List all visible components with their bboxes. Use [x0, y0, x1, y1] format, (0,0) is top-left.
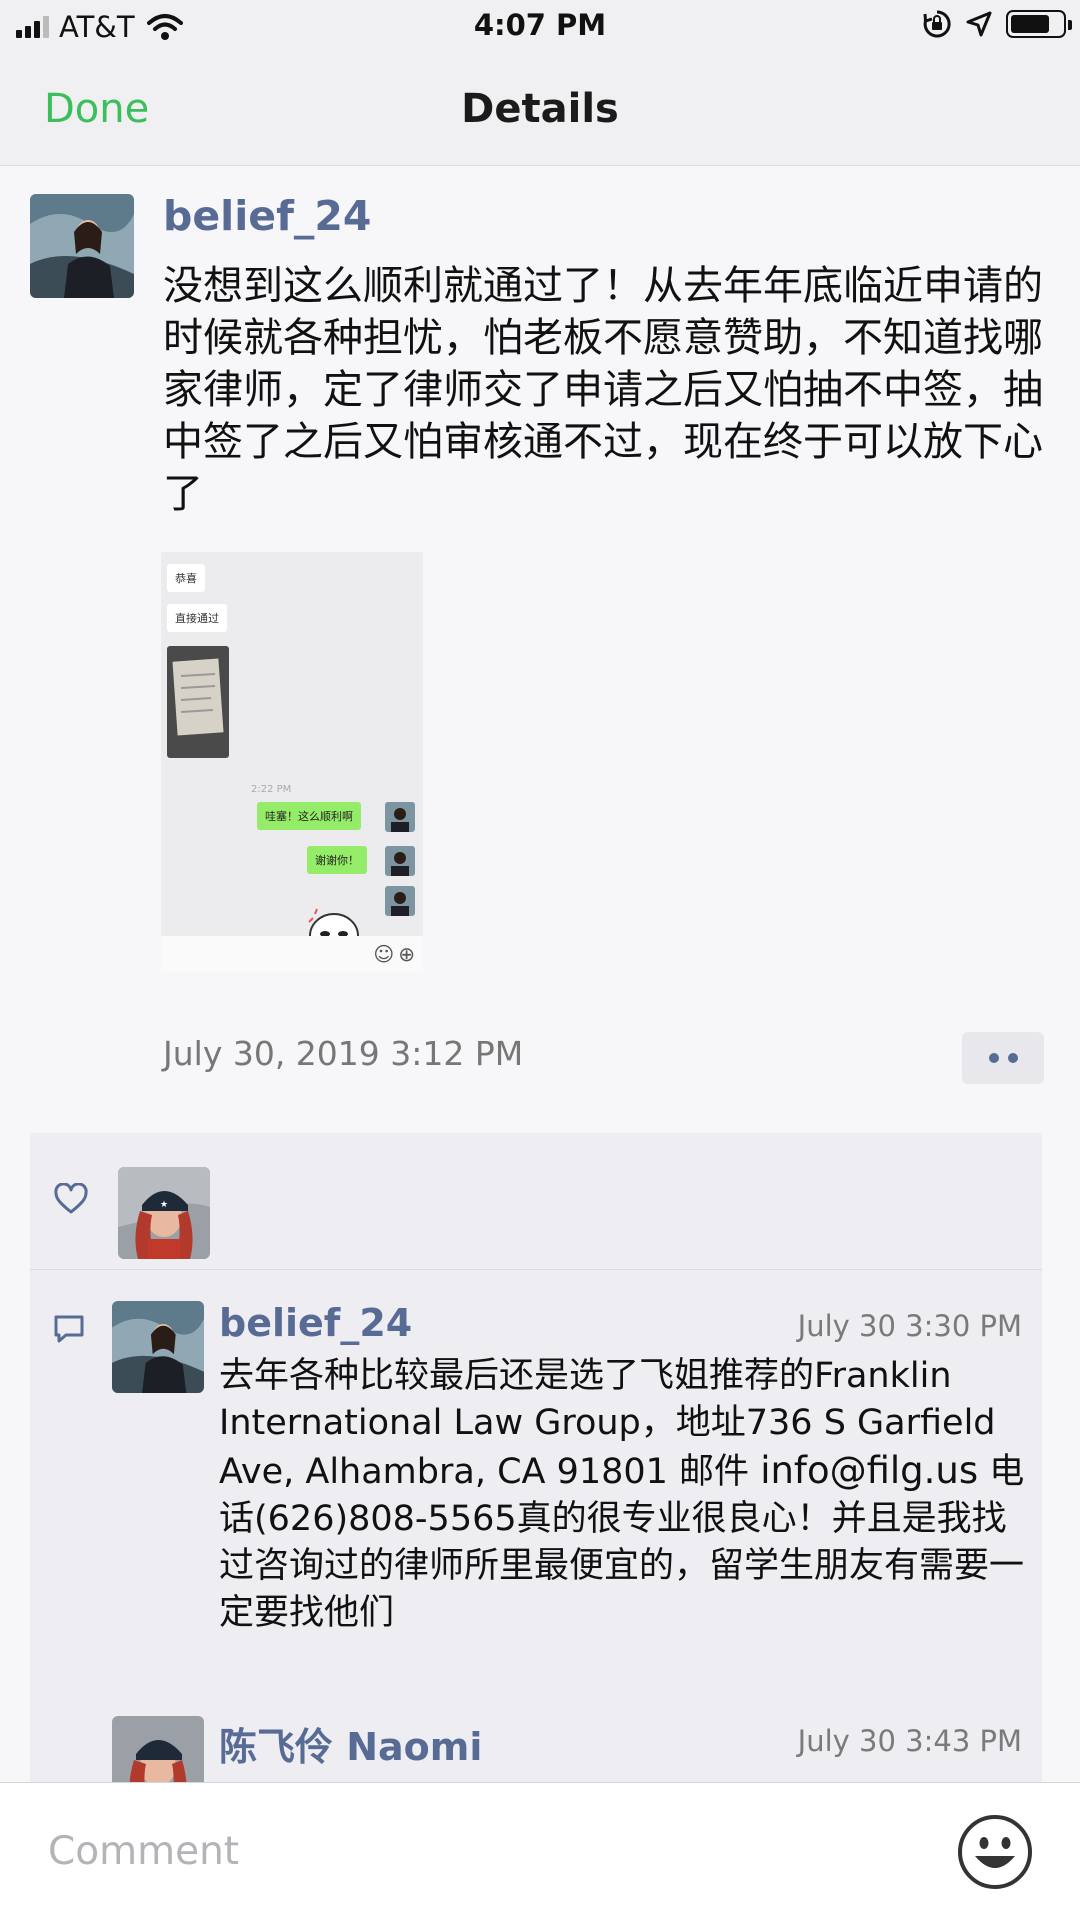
location-arrow-icon [966, 11, 992, 37]
image-chat-time: 2:22 PM [251, 784, 292, 795]
nav-bar: Done Details [0, 50, 1080, 166]
image-document-photo [167, 646, 229, 758]
more-options-button[interactable] [962, 1032, 1044, 1084]
comment-input[interactable] [48, 1823, 928, 1879]
smiley-icon[interactable] [957, 1814, 1033, 1890]
post-image[interactable]: 恭喜 直接通过 2:22 PM 哇塞！这么顺利啊 谢谢你！ ☺⊕ [161, 552, 423, 972]
likes-comments-panel: ★ belief_24 July 30 3:30 PM 去年各种比较最后还是选了… [30, 1133, 1042, 1782]
svg-text:★: ★ [160, 1200, 168, 1210]
comment-time: July 30 3:43 PM [797, 1724, 1022, 1758]
image-chat-bubble-green: 哇塞！这么顺利啊 [257, 802, 361, 830]
image-emoji-plus-icons: ☺⊕ [373, 942, 419, 966]
post-timestamp: July 30, 2019 3:12 PM [163, 1034, 524, 1073]
heart-icon [54, 1183, 88, 1214]
image-input-bar: ☺⊕ [161, 936, 423, 972]
rotation-lock-icon [923, 10, 951, 38]
image-chat-avatar [385, 886, 415, 916]
post-author-avatar[interactable] [30, 194, 134, 298]
image-chat-bubble: 直接通过 [167, 604, 227, 632]
comment-author-avatar[interactable] [112, 1716, 204, 1782]
comment-time: July 30 3:30 PM [797, 1309, 1022, 1343]
comment-author-avatar[interactable] [112, 1301, 204, 1393]
post-detail[interactable]: belief_24 没想到这么顺利就通过了！从去年年底临近申请的时候就各种担忧，… [0, 166, 1080, 1782]
comment-author-name[interactable]: belief_24 [219, 1301, 412, 1345]
comment-author-name[interactable]: 陈飞伶 Naomi [219, 1716, 482, 1771]
status-bar: AT&T 4:07 PM [0, 0, 1080, 50]
comment-item[interactable]: belief_24 July 30 3:30 PM 去年各种比较最后还是选了飞姐… [112, 1301, 1024, 1681]
likes-row: ★ [30, 1133, 1042, 1270]
comment-icon [54, 1315, 84, 1343]
image-chat-avatar [385, 802, 415, 832]
comment-item[interactable]: 陈飞伶 Naomi July 30 3:43 PM [112, 1716, 1022, 1782]
comment-email: info@filg.us [760, 1449, 979, 1492]
image-chat-bubble: 恭喜 [167, 564, 205, 592]
image-chat-bubble-green: 谢谢你！ [307, 846, 367, 874]
image-chat-avatar [385, 846, 415, 876]
post-author-name[interactable]: belief_24 [163, 192, 371, 240]
battery-icon [1006, 10, 1072, 38]
comment-bar [0, 1782, 1080, 1920]
comment-text: 去年各种比较最后还是选了飞姐推荐的Franklin International … [219, 1353, 1029, 1637]
liker-avatar[interactable]: ★ [118, 1167, 210, 1259]
status-clock: 4:07 PM [473, 8, 607, 42]
page-title: Details [461, 86, 619, 132]
post-text: 没想到这么顺利就通过了！从去年年底临近申请的时候就各种担忧，怕老板不愿意赞助，不… [163, 263, 1043, 517]
status-right [922, 9, 1072, 39]
battery-level [1011, 15, 1049, 33]
